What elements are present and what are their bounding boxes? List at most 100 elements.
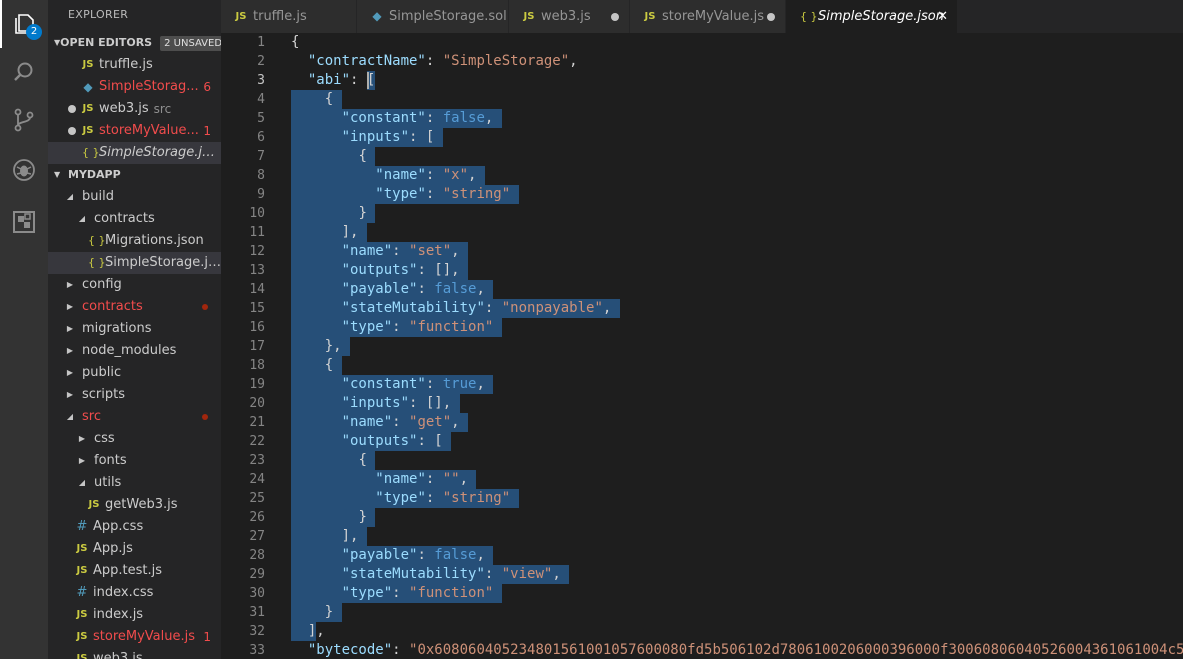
code-line[interactable]: "constant": false, xyxy=(291,109,494,128)
json-punct: : xyxy=(425,110,443,126)
open-editors-header[interactable]: ▼ OPEN EDITORS 2 UNSAVED xyxy=(48,32,221,54)
tab-simplestorage-json[interactable]: { } SimpleStorage.json ✕ xyxy=(786,0,958,33)
open-editor-item[interactable]: JS truffle.js xyxy=(48,54,221,76)
chevron-down-icon[interactable]: ◢ xyxy=(64,186,76,208)
chevron-down-icon[interactable]: ◢ xyxy=(76,208,88,230)
code-editor[interactable]: 1 2 3 4 5 6 7 8 9 10 11 12 13 14 15 16 17 18 19 20 21 22 23 24 2… xyxy=(221,33,1183,659)
source-control-icon[interactable] xyxy=(0,96,48,144)
tree-item[interactable]: ◢ utils xyxy=(48,472,221,494)
open-editor-item[interactable]: JS web3.js src xyxy=(48,98,221,120)
code-line[interactable]: "bytecode": "0x6080604052348015610010576… xyxy=(291,641,1183,659)
chevron-right-icon[interactable]: ▶ xyxy=(64,362,76,384)
json-string: "view" xyxy=(501,566,553,582)
json-punct: } xyxy=(324,604,334,620)
tree-item[interactable]: JS storeMyValue.js 1 xyxy=(48,626,221,648)
code-line[interactable]: { xyxy=(291,451,366,470)
tree-item[interactable]: JS App.test.js xyxy=(48,560,221,582)
code-line[interactable]: "name": "", xyxy=(291,470,468,489)
tab-web3-js[interactable]: JS web3.js xyxy=(509,0,630,33)
tree-item[interactable]: JS index.js xyxy=(48,604,221,626)
code-line[interactable]: { xyxy=(291,147,366,166)
chevron-right-icon[interactable]: ▶ xyxy=(76,450,88,472)
code-line[interactable]: "outputs": [], xyxy=(291,261,460,280)
code-line[interactable]: "name": "x", xyxy=(291,166,476,185)
tree-item[interactable]: ◢ src xyxy=(48,406,221,428)
chevron-right-icon[interactable]: ▶ xyxy=(64,384,76,406)
code-line[interactable]: "contractName": "SimpleStorage", xyxy=(291,52,578,71)
files-icon[interactable]: 2 xyxy=(0,0,48,48)
code-line[interactable]: "outputs": [ xyxy=(291,432,443,451)
open-editors-label: OPEN EDITORS xyxy=(60,36,153,49)
code-line[interactable]: "constant": true, xyxy=(291,375,485,394)
tree-item[interactable]: ◢ contracts xyxy=(48,208,221,230)
code-line[interactable]: "name": "get", xyxy=(291,413,460,432)
chevron-down-icon[interactable]: ◢ xyxy=(64,406,76,428)
json-punct: : xyxy=(484,300,502,316)
tree-item[interactable]: { } Migrations.json xyxy=(48,230,221,252)
code-line[interactable]: "stateMutability": "view", xyxy=(291,565,561,584)
tab-simplestorage-sol[interactable]: ◆ SimpleStorage.sol xyxy=(357,0,509,33)
tree-item[interactable]: ▶ contracts xyxy=(48,296,221,318)
open-editor-item[interactable]: JS storeMyValue... 1 xyxy=(48,120,221,142)
tree-item[interactable]: ▶ migrations xyxy=(48,318,221,340)
project-header[interactable]: ▼ MYDAPP xyxy=(48,164,221,186)
tree-item[interactable]: JS getWeb3.js xyxy=(48,494,221,516)
code-line[interactable]: "type": "string" xyxy=(291,185,510,204)
tree-item[interactable]: JS web3.js xyxy=(48,648,221,659)
search-icon[interactable] xyxy=(0,48,48,96)
tab-label: web3.js xyxy=(541,9,591,24)
code-line[interactable]: { xyxy=(291,33,299,52)
tab-truffle-js[interactable]: JS truffle.js xyxy=(221,0,357,33)
code-line[interactable]: "inputs": [ xyxy=(291,128,435,147)
tree-item[interactable]: # App.css xyxy=(48,516,221,538)
json-punct: : [], xyxy=(417,262,460,278)
code-line[interactable]: "name": "set", xyxy=(291,242,460,261)
chevron-right-icon[interactable]: ▶ xyxy=(64,274,76,296)
code-line[interactable]: } xyxy=(291,603,333,622)
code-line[interactable]: } xyxy=(291,508,366,527)
debug-icon[interactable] xyxy=(0,146,48,194)
code-line[interactable]: ], xyxy=(291,223,359,242)
open-editor-item[interactable]: { } SimpleStorage.jso... xyxy=(48,142,221,164)
code-line[interactable]: }, xyxy=(291,337,342,356)
tree-item[interactable]: # index.css xyxy=(48,582,221,604)
extensions-icon[interactable] xyxy=(0,198,48,246)
code-line[interactable]: { xyxy=(291,90,333,109)
line-number: 28 xyxy=(249,548,265,563)
code-line[interactable]: "inputs": [], xyxy=(291,394,452,413)
tree-item[interactable]: ▶ scripts xyxy=(48,384,221,406)
tree-item[interactable]: ▶ node_modules xyxy=(48,340,221,362)
tree-item[interactable]: ◢ build xyxy=(48,186,221,208)
code-line[interactable]: { xyxy=(291,356,333,375)
tree-item[interactable]: ▶ public xyxy=(48,362,221,384)
close-icon[interactable]: ✕ xyxy=(937,0,948,33)
json-punct: : xyxy=(392,243,410,259)
tree-item[interactable]: ▶ fonts xyxy=(48,450,221,472)
chevron-right-icon[interactable]: ▶ xyxy=(64,340,76,362)
code-line[interactable]: "abi": [ xyxy=(291,71,375,90)
code-line[interactable]: "type": "function" xyxy=(291,584,494,603)
tree-item[interactable]: { } SimpleStorage.json xyxy=(48,252,221,274)
chevron-down-icon[interactable]: ◢ xyxy=(76,472,88,494)
dirty-dot-icon[interactable] xyxy=(767,13,775,21)
code-line[interactable]: "payable": false, xyxy=(291,546,485,565)
chevron-right-icon[interactable]: ▶ xyxy=(64,296,76,318)
code-line[interactable]: "payable": false, xyxy=(291,280,485,299)
tree-item[interactable]: ▶ config xyxy=(48,274,221,296)
json-punct: { xyxy=(324,357,334,373)
dirty-dot-icon[interactable] xyxy=(68,127,76,135)
tree-item[interactable]: JS App.js xyxy=(48,538,221,560)
dirty-dot-icon[interactable] xyxy=(68,105,76,113)
dirty-dot-icon[interactable] xyxy=(611,13,619,21)
code-line[interactable]: "type": "string" xyxy=(291,489,510,508)
chevron-right-icon[interactable]: ▶ xyxy=(76,428,88,450)
tab-storemyvalue-js[interactable]: JS storeMyValue.js xyxy=(630,0,786,33)
chevron-right-icon[interactable]: ▶ xyxy=(64,318,76,340)
code-line[interactable]: "stateMutability": "nonpayable", xyxy=(291,299,612,318)
open-editor-item[interactable]: ◆ SimpleStorag... 6 xyxy=(48,76,221,98)
code-line[interactable]: ], xyxy=(291,622,325,641)
code-line[interactable]: } xyxy=(291,204,366,223)
tree-item[interactable]: ▶ css xyxy=(48,428,221,450)
code-line[interactable]: ], xyxy=(291,527,359,546)
code-line[interactable]: "type": "function" xyxy=(291,318,494,337)
